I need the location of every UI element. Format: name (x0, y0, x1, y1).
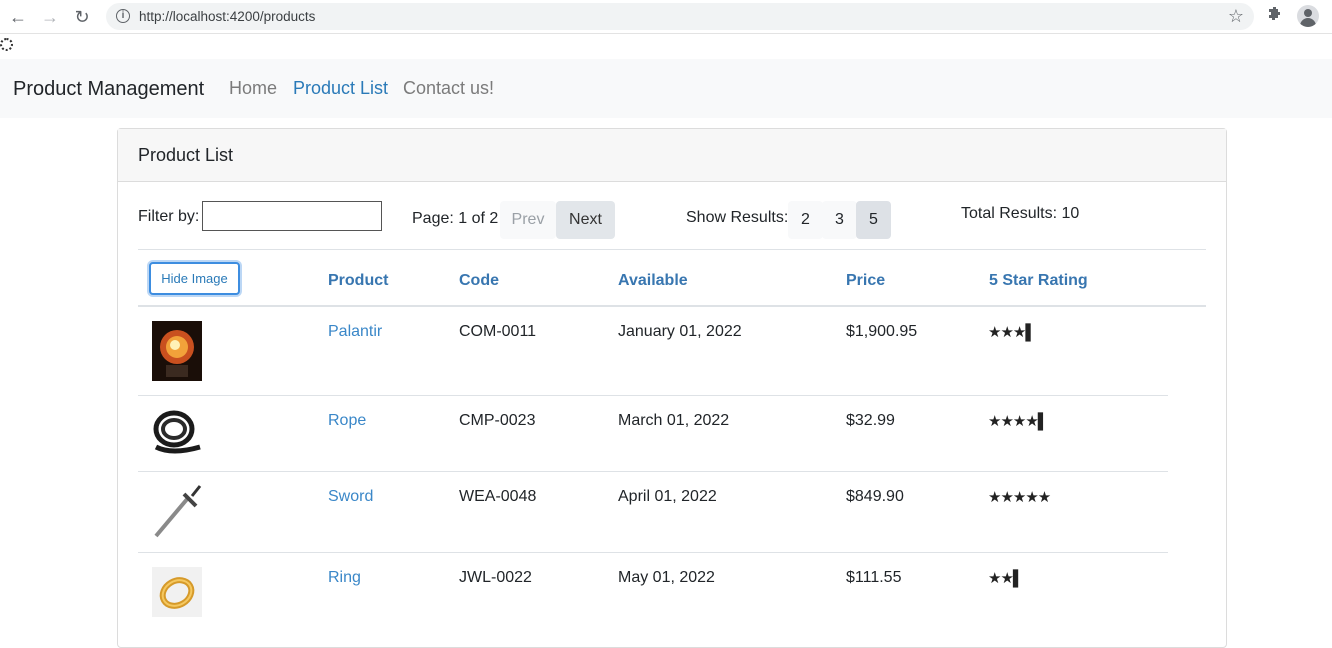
product-name-link[interactable]: Palantir (328, 323, 382, 341)
row-divider (138, 395, 1168, 396)
product-name-link[interactable]: Sword (328, 488, 373, 506)
product-code: COM-0011 (459, 323, 537, 340)
extensions-icon[interactable] (1267, 6, 1285, 24)
header-code[interactable]: Code (459, 272, 499, 290)
total-results: Total Results: 10 (961, 205, 1080, 222)
url-text[interactable]: http://localhost:4200/products (139, 9, 315, 24)
browser-toolbar: ← → ↻ i http://localhost:4200/products ☆ (0, 0, 1332, 34)
product-name-link[interactable]: Ring (328, 569, 361, 587)
header-product[interactable]: Product (328, 272, 388, 290)
product-code: JWL-0022 (459, 569, 532, 586)
filter-input[interactable] (202, 201, 382, 231)
profile-avatar-icon[interactable] (1297, 5, 1319, 27)
rope-image (152, 407, 202, 459)
forward-icon[interactable]: → (39, 6, 61, 28)
filter-label: Filter by: (138, 208, 200, 225)
page-size-2-button[interactable]: 2 (788, 201, 823, 239)
product-available: May 01, 2022 (618, 569, 715, 586)
product-code: WEA-0048 (459, 488, 537, 505)
nav-link-product-list[interactable]: Product List (293, 78, 388, 99)
star-rating-icon: ★★★▌ (988, 324, 1036, 341)
product-price: $111.55 (846, 569, 902, 586)
product-name-link[interactable]: Rope (328, 412, 366, 430)
brand-title[interactable]: Product Management (13, 78, 204, 101)
header-rating[interactable]: 5 Star Rating (989, 272, 1088, 290)
star-rating-icon: ★★★★★ (988, 489, 1051, 506)
back-icon[interactable]: ← (7, 6, 29, 28)
product-list-card: Product List Filter by: Page: 1 of 2 Pre… (117, 128, 1227, 648)
product-price: $32.99 (846, 412, 895, 429)
star-rating-icon: ★★▌ (988, 570, 1024, 587)
address-bar[interactable]: i http://localhost:4200/products ☆ (106, 3, 1254, 30)
site-info-icon[interactable]: i (116, 9, 130, 23)
star-rating-icon: ★★★★▌ (988, 413, 1048, 430)
product-code: CMP-0023 (459, 412, 536, 429)
page-size-3-button[interactable]: 3 (822, 201, 857, 239)
sword-image (152, 484, 202, 540)
page-size-5-button[interactable]: 5 (856, 201, 891, 239)
reload-icon[interactable]: ↻ (71, 6, 93, 28)
nav-link-home[interactable]: Home (229, 78, 277, 99)
header-available[interactable]: Available (618, 272, 688, 290)
divider (138, 249, 1206, 250)
row-divider (138, 471, 1168, 472)
card-title: Product List (118, 129, 1226, 182)
loading-spinner-icon (0, 38, 13, 51)
product-available: January 01, 2022 (618, 323, 742, 340)
next-page-button[interactable]: Next (556, 201, 615, 239)
hide-image-button[interactable]: Hide Image (149, 262, 240, 295)
nav-link-contact[interactable]: Contact us! (403, 78, 494, 99)
app-navbar: Product Management Home Product List Con… (0, 59, 1332, 118)
header-price[interactable]: Price (846, 272, 885, 290)
row-divider (138, 552, 1168, 553)
show-results-label: Show Results: (686, 209, 789, 226)
prev-page-button[interactable]: Prev (500, 201, 556, 239)
product-available: April 01, 2022 (618, 488, 717, 505)
palantir-image (152, 321, 202, 381)
product-price: $849.90 (846, 488, 904, 505)
product-price: $1,900.95 (846, 323, 918, 340)
ring-image (152, 567, 202, 617)
header-divider (138, 305, 1206, 307)
page-indicator: Page: 1 of 2 (412, 210, 499, 227)
bookmark-star-icon[interactable]: ☆ (1228, 6, 1244, 27)
product-available: March 01, 2022 (618, 412, 730, 429)
